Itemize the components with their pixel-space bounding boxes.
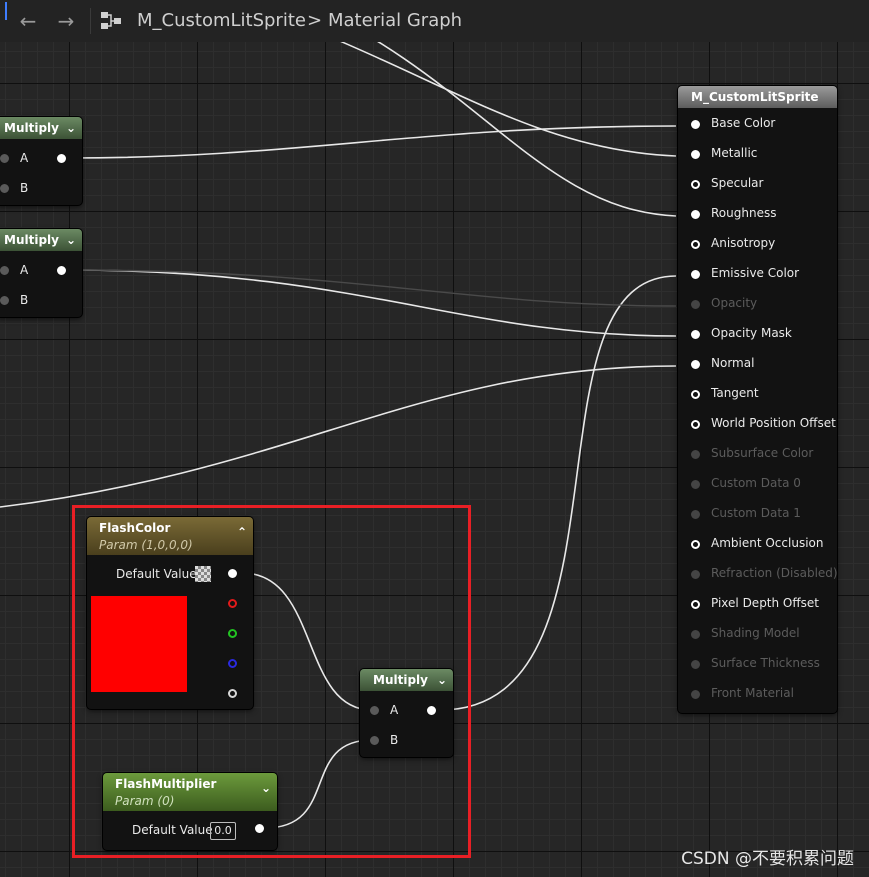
result-pin-label: Front Material	[711, 686, 794, 700]
result-pin-label: Opacity	[711, 296, 758, 310]
result-pin-label: Shading Model	[711, 626, 800, 640]
result-pin-label: Refraction (Disabled)	[711, 566, 838, 580]
result-input-pin[interactable]	[691, 540, 700, 549]
result-pin-label: Metallic	[711, 146, 758, 160]
multiply-node-mid-header[interactable]: Multiply ⌄	[0, 229, 82, 251]
wire-multiply-mid-to-opacitymask	[69, 269, 677, 337]
toolbar-divider	[90, 8, 91, 34]
result-input-pin[interactable]	[691, 480, 700, 489]
wire-to-opacity-dim	[69, 269, 677, 307]
output-pin[interactable]	[57, 266, 66, 275]
result-pin-label: Normal	[711, 356, 755, 370]
result-pin-label: Specular	[711, 176, 764, 190]
multiply-node-top[interactable]: Multiply ⌄ A B	[0, 117, 82, 205]
result-input-pin[interactable]	[691, 450, 700, 459]
arrow-left-icon: ←	[19, 9, 37, 33]
result-pin-label: Surface Thickness	[711, 656, 820, 670]
result-pin-label: Opacity Mask	[711, 326, 792, 340]
result-input-pin[interactable]	[691, 630, 700, 639]
pin-label-b: B	[20, 293, 29, 307]
result-input-pin[interactable]	[691, 510, 700, 519]
result-pin-label: Ambient Occlusion	[711, 536, 824, 550]
breadcrumb-separator: >	[307, 10, 323, 31]
result-pin-label: World Position Offset	[711, 416, 836, 430]
result-input-pin[interactable]	[691, 690, 700, 699]
node-title: Multiply	[4, 121, 59, 135]
wire-multiply-to-emissive	[439, 275, 677, 711]
result-input-pin[interactable]	[691, 360, 700, 369]
forward-button[interactable]: →	[52, 10, 80, 32]
result-input-pin[interactable]	[691, 660, 700, 669]
watermark: CSDN @不要积累问题	[681, 849, 854, 869]
breadcrumb-graph[interactable]: Material Graph	[328, 10, 462, 31]
result-input-pin[interactable]	[691, 150, 700, 159]
back-button[interactable]: ←	[14, 10, 42, 32]
node-title: Multiply	[4, 233, 59, 247]
result-input-pin[interactable]	[691, 390, 700, 399]
multiply-node-mid[interactable]: Multiply ⌄ A B	[0, 229, 82, 317]
multiply-node-top-header[interactable]: Multiply ⌄	[0, 117, 82, 139]
result-input-pin[interactable]	[691, 330, 700, 339]
result-input-pin[interactable]	[691, 600, 700, 609]
result-input-pin[interactable]	[691, 420, 700, 429]
result-node-header[interactable]: M_CustomLitSprite	[678, 86, 837, 108]
result-pin-label: Custom Data 1	[711, 506, 801, 520]
breadcrumb-asset[interactable]: M_CustomLitSprite	[137, 10, 306, 31]
chevron-down-icon[interactable]: ⌄	[66, 229, 76, 251]
result-pin-label: Custom Data 0	[711, 476, 801, 490]
input-pin-b[interactable]	[0, 184, 9, 193]
result-input-pin[interactable]	[691, 240, 700, 249]
result-input-pin[interactable]	[691, 270, 700, 279]
result-pin-label: Pixel Depth Offset	[711, 596, 819, 610]
result-pin-label: Tangent	[711, 386, 759, 400]
graph-icon	[101, 12, 121, 29]
arrow-right-icon: →	[57, 9, 75, 33]
result-input-pin[interactable]	[691, 180, 700, 189]
pin-label-b: B	[20, 181, 29, 195]
chevron-down-icon[interactable]: ⌄	[66, 117, 76, 139]
result-input-pin[interactable]	[691, 300, 700, 309]
result-pin-label: Base Color	[711, 116, 776, 130]
input-pin-a[interactable]	[0, 266, 9, 275]
output-pin[interactable]	[57, 154, 66, 163]
pin-label-a: A	[20, 263, 29, 277]
input-pin-a[interactable]	[0, 154, 9, 163]
pin-label-a: A	[20, 151, 29, 165]
result-pin-label: Roughness	[711, 206, 777, 220]
result-input-pin[interactable]	[691, 120, 700, 129]
result-pin-label: Anisotropy	[711, 236, 776, 250]
result-pin-label: Subsurface Color	[711, 446, 814, 460]
input-pin-b[interactable]	[0, 296, 9, 305]
wire-offscreen-to-normal	[0, 365, 677, 508]
result-input-pin[interactable]	[691, 210, 700, 219]
result-pin-label: Emissive Color	[711, 266, 800, 280]
tab-accent	[5, 2, 7, 20]
material-result-node[interactable]: M_CustomLitSprite Base Color Metallic Spec…	[678, 86, 838, 713]
result-input-pin[interactable]	[691, 570, 700, 579]
node-title: M_CustomLitSprite	[691, 90, 819, 104]
highlight-box	[72, 505, 471, 858]
graph-toolbar: ← → M_CustomLitSprite > Material Graph	[0, 0, 869, 42]
